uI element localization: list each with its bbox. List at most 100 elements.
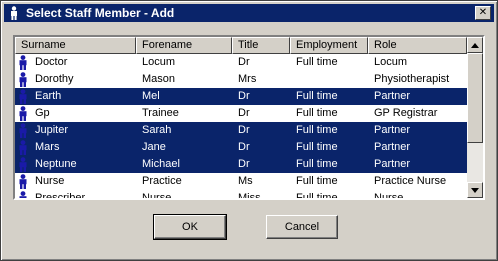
staff-list[interactable]: Surname Forename Title Employment Role D… xyxy=(13,35,485,200)
cell-role-text: Physiotherapist xyxy=(374,73,450,85)
column-header-title[interactable]: Title xyxy=(232,37,290,54)
person-icon xyxy=(19,55,27,70)
cell-surname-text: Neptune xyxy=(35,158,77,170)
cell-employment-text: Full time xyxy=(296,175,338,187)
table-row[interactable]: Mars Jane Dr Full time Partner xyxy=(15,139,467,156)
cell-employment-text: Full time xyxy=(296,90,338,102)
table-row[interactable]: Dorothy Mason Mrs Physiotherapist xyxy=(15,71,467,88)
cell-role-text: Partner xyxy=(374,141,411,153)
person-icon xyxy=(6,5,22,21)
cell-employment xyxy=(290,71,368,88)
table-row[interactable]: Earth Mel Dr Full time Partner xyxy=(15,88,467,105)
cell-surname-text: Nurse xyxy=(35,175,65,187)
scroll-down-button[interactable] xyxy=(467,182,483,198)
cell-surname-text: Prescriber xyxy=(35,192,86,198)
cell-role-text: Partner xyxy=(374,158,411,170)
scroll-up-button[interactable] xyxy=(467,37,483,53)
column-header-forename[interactable]: Forename xyxy=(136,37,232,54)
cell-forename: Sarah xyxy=(136,122,232,139)
close-icon: ✕ xyxy=(478,7,488,18)
cell-title-text: Dr xyxy=(238,107,250,119)
table-row[interactable]: Gp Trainee Dr Full time GP Registrar xyxy=(15,105,467,122)
cell-surname-text: Jupiter xyxy=(35,124,69,136)
cell-forename-text: Michael xyxy=(142,158,180,170)
cell-title: Dr xyxy=(232,88,290,105)
select-staff-dialog: Select Staff Member - Add ✕ Surname Fore… xyxy=(0,0,498,261)
cell-surname: Neptune xyxy=(15,156,136,173)
cell-role: Practice Nurse xyxy=(368,173,467,190)
column-header-employment[interactable]: Employment xyxy=(290,37,368,54)
cell-title-text: Mrs xyxy=(238,73,257,85)
vertical-scrollbar[interactable] xyxy=(467,37,483,198)
cell-employment: Full time xyxy=(290,122,368,139)
cell-role: GP Registrar xyxy=(368,105,467,122)
ok-button[interactable]: OK xyxy=(153,214,227,240)
cell-title: Dr xyxy=(232,122,290,139)
cell-role-text: Locum xyxy=(374,56,408,68)
table-row[interactable]: Doctor Locum Dr Full time Locum xyxy=(15,54,467,71)
cell-role-text: Practice Nurse xyxy=(374,175,447,187)
column-header-role[interactable]: Role xyxy=(368,37,467,54)
cell-title-text: Miss xyxy=(238,192,261,198)
cell-title-text: Dr xyxy=(238,124,250,136)
table-row[interactable]: Nurse Practice Ms Full time Practice Nurse xyxy=(15,173,467,190)
cell-forename-text: Jane xyxy=(142,141,166,153)
cell-role: Partner xyxy=(368,122,467,139)
cell-title-text: Dr xyxy=(238,141,250,153)
cell-surname-text: Dorothy xyxy=(35,73,74,85)
cell-forename-text: Locum xyxy=(142,56,176,68)
cell-surname-text: Earth xyxy=(35,90,62,102)
title-bar[interactable]: Select Staff Member - Add ✕ xyxy=(4,4,494,22)
cell-title: Mrs xyxy=(232,71,290,88)
cell-employment-text: Full time xyxy=(296,192,338,198)
cell-employment: Full time xyxy=(290,54,368,71)
cell-employment-text: Full time xyxy=(296,124,338,136)
person-icon xyxy=(19,140,27,155)
staff-list-viewport: Surname Forename Title Employment Role D… xyxy=(15,37,467,198)
cell-forename-text: Mason xyxy=(142,73,176,85)
column-header-surname[interactable]: Surname xyxy=(15,37,136,54)
cancel-button[interactable]: Cancel xyxy=(266,215,338,239)
cell-surname-text: Gp xyxy=(35,107,50,119)
cell-title-text: Dr xyxy=(238,158,250,170)
cell-forename-text: Mel xyxy=(142,90,160,102)
cell-employment: Full time xyxy=(290,173,368,190)
cell-employment-text: Full time xyxy=(296,56,338,68)
cell-title: Miss xyxy=(232,190,290,198)
table-row[interactable]: Neptune Michael Dr Full time Partner xyxy=(15,156,467,173)
cell-employment-text: Full time xyxy=(296,107,338,119)
cell-title: Dr xyxy=(232,54,290,71)
cell-forename: Practice xyxy=(136,173,232,190)
close-button[interactable]: ✕ xyxy=(475,6,491,20)
scroll-thumb[interactable] xyxy=(467,53,483,143)
cell-forename: Jane xyxy=(136,139,232,156)
cell-forename-text: Sarah xyxy=(142,124,172,136)
table-row[interactable]: Jupiter Sarah Dr Full time Partner xyxy=(15,122,467,139)
cell-role: Locum xyxy=(368,54,467,71)
cell-role-text: Partner xyxy=(374,90,411,102)
cell-role: Partner xyxy=(368,88,467,105)
cell-surname-text: Mars xyxy=(35,141,60,153)
cell-employment-text: Full time xyxy=(296,158,338,170)
person-icon xyxy=(19,89,27,104)
arrow-down-icon xyxy=(471,187,479,193)
person-icon xyxy=(19,72,27,87)
cell-title: Dr xyxy=(232,139,290,156)
cell-employment-text: Full time xyxy=(296,141,338,153)
cell-title: Dr xyxy=(232,105,290,122)
cell-role-text: Nurse xyxy=(374,192,404,198)
person-icon xyxy=(19,191,27,198)
cell-employment: Full time xyxy=(290,88,368,105)
person-icon xyxy=(19,123,27,138)
person-icon xyxy=(19,174,27,189)
cell-forename-text: Trainee xyxy=(142,107,179,119)
cell-role: Partner xyxy=(368,139,467,156)
cell-role-text: GP Registrar xyxy=(374,107,438,119)
cell-title: Ms xyxy=(232,173,290,190)
cell-surname: Nurse xyxy=(15,173,136,190)
cell-surname: Earth xyxy=(15,88,136,105)
cell-forename: Trainee xyxy=(136,105,232,122)
cell-role: Partner xyxy=(368,156,467,173)
cell-forename: Locum xyxy=(136,54,232,71)
table-row[interactable]: Prescriber Nurse Miss Full time Nurse xyxy=(15,190,467,198)
